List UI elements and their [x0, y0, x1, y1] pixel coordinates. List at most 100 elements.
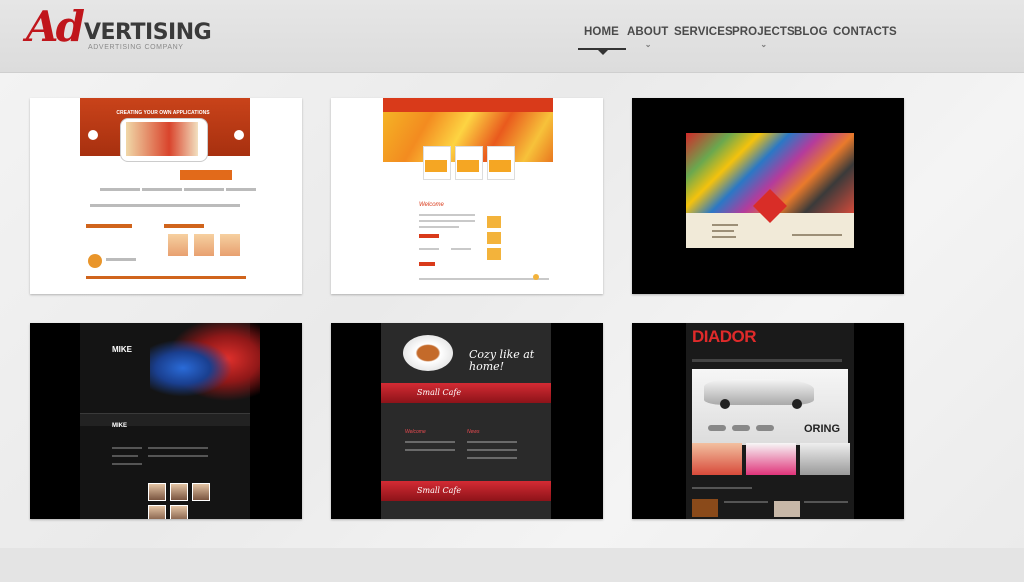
thumb-small-car — [708, 425, 726, 431]
thumb-dot — [533, 274, 539, 280]
portfolio-thumbnail-automotive[interactable]: DIADOR ORING — [632, 323, 904, 519]
thumb-tile — [692, 443, 742, 475]
footer-band — [0, 548, 1024, 582]
portfolio-thumbnail-restaurant[interactable]: Welcome — [331, 98, 603, 294]
thumb-text-line — [226, 188, 256, 191]
thumb-text-line — [106, 258, 136, 261]
nav-item-home[interactable]: HOME — [578, 26, 626, 55]
thumb-product-photo — [220, 234, 240, 256]
thumb-text-line — [804, 501, 848, 503]
nav-active-pointer — [598, 50, 608, 55]
thumb-ribbon — [381, 481, 551, 501]
thumb-gallery-photo — [148, 505, 166, 519]
nav-item-label: PROJECTS — [732, 26, 795, 38]
thumb-text-line — [419, 278, 549, 280]
thumb-name-secondary: MIKE — [112, 423, 127, 429]
portfolio-thumbnail-collage[interactable] — [632, 98, 904, 294]
thumb-text-line — [467, 441, 517, 443]
arrow-right-icon — [234, 130, 244, 140]
thumb-text-line — [419, 214, 475, 216]
nav-item-blog[interactable]: BLOG — [794, 26, 828, 38]
thumb-red-button — [419, 234, 439, 238]
thumb-gallery-photo — [170, 483, 188, 501]
thumb-text-line — [112, 455, 138, 457]
thumb-red-button — [419, 262, 435, 266]
thumb-teacup-image — [403, 335, 453, 371]
thumb-text-line — [467, 449, 517, 451]
thumb-photo — [774, 501, 800, 517]
thumb-gallery-photo — [170, 505, 188, 519]
thumb-text-line — [86, 276, 246, 279]
thumb-text-line — [405, 449, 455, 451]
thumb-header — [383, 98, 553, 112]
thumb-nav-bar — [80, 413, 250, 426]
thumb-cta-button — [180, 170, 232, 180]
nav-item-label: SERVICES — [674, 26, 733, 38]
logo-tagline: ADVERTISING COMPANY — [88, 44, 184, 51]
chevron-down-icon: ⌄ — [760, 40, 768, 49]
thumb-product-photo — [487, 216, 501, 228]
thumb-product-photo — [168, 234, 188, 256]
thumb-small-car — [756, 425, 774, 431]
nav-item-label: ABOUT — [627, 26, 669, 38]
thumb-text-line — [112, 463, 142, 465]
thumb-text-line — [467, 457, 517, 459]
thumb-tagline: Cozy like at home! — [469, 348, 535, 373]
thumb-wheel — [792, 399, 802, 409]
thumb-ribbon-label: Small Cafe — [417, 388, 462, 397]
nav-item-projects[interactable]: PROJECTS ⌄ — [732, 26, 795, 49]
thumb-text-line — [100, 188, 140, 191]
nav-item-contacts[interactable]: CONTACTS — [833, 26, 897, 38]
thumb-welcome-heading: Welcome — [405, 429, 426, 435]
thumb-gallery-photo — [192, 483, 210, 501]
nav-item-label: BLOG — [794, 26, 828, 38]
nav-item-label: HOME — [584, 26, 619, 38]
thumb-welcome-heading: Welcome — [419, 202, 444, 208]
thumb-news-heading: News — [467, 429, 480, 435]
thumb-logo: DIADOR — [692, 327, 757, 346]
thumb-wheel — [720, 399, 730, 409]
thumb-gallery-photo — [148, 483, 166, 501]
site-header: Ad VERTISING ADVERTISING COMPANY HOME AB… — [0, 0, 1024, 73]
thumb-text-line — [148, 455, 208, 457]
thumb-text-line — [184, 188, 224, 191]
thumb-text-line — [112, 447, 142, 449]
thumb-portrait-image — [150, 323, 260, 413]
thumb-text-line — [692, 487, 752, 489]
logo-wordmark: VERTISING — [84, 20, 212, 45]
thumb-product-photo — [194, 234, 214, 256]
thumb-text-line — [451, 248, 471, 250]
thumb-product-photo — [487, 248, 501, 260]
thumb-text-line — [142, 188, 182, 191]
arrow-left-icon — [88, 130, 98, 140]
thumb-text-line — [419, 220, 475, 222]
nav-item-about[interactable]: ABOUT ⌄ — [627, 26, 669, 49]
portfolio-thumbnail-cafe[interactable]: Cozy like at home! Small Cafe Welcome Ne… — [331, 323, 603, 519]
site-logo[interactable]: Ad VERTISING ADVERTISING COMPANY — [26, 2, 212, 56]
thumb-ribbon — [381, 383, 551, 403]
portfolio-thumbnail-portrait[interactable]: MIKE MIKE — [30, 323, 302, 519]
portfolio-thumbnail-apps[interactable]: CREATING YOUR OWN APPLICATIONS — [30, 98, 302, 294]
thumb-text-line — [724, 501, 768, 503]
thumb-product-photo — [487, 232, 501, 244]
thumb-tile — [746, 443, 796, 475]
nav-item-label: CONTACTS — [833, 26, 897, 38]
thumb-nav-bar — [692, 359, 842, 362]
chevron-down-icon: ⌄ — [644, 40, 652, 49]
thumb-heading-bar — [86, 224, 132, 228]
thumb-text-line — [419, 226, 459, 228]
thumb-photo — [126, 122, 198, 156]
nav-item-services[interactable]: SERVICES — [674, 26, 733, 38]
thumb-text-line — [712, 230, 734, 232]
thumb-title: CREATING YOUR OWN APPLICATIONS — [116, 110, 210, 116]
thumb-photo — [692, 499, 718, 517]
thumb-feature-image — [457, 160, 479, 172]
logo-ad-mark: Ad — [26, 2, 85, 51]
thumb-badge — [88, 254, 102, 268]
thumb-overlay-text: ORING — [804, 423, 841, 435]
thumb-feature-image — [425, 160, 447, 172]
thumb-feature-image — [489, 160, 511, 172]
thumb-text-line — [792, 234, 842, 236]
thumb-text-line — [419, 248, 439, 250]
thumb-ribbon-label: Small Cafe — [417, 486, 462, 495]
